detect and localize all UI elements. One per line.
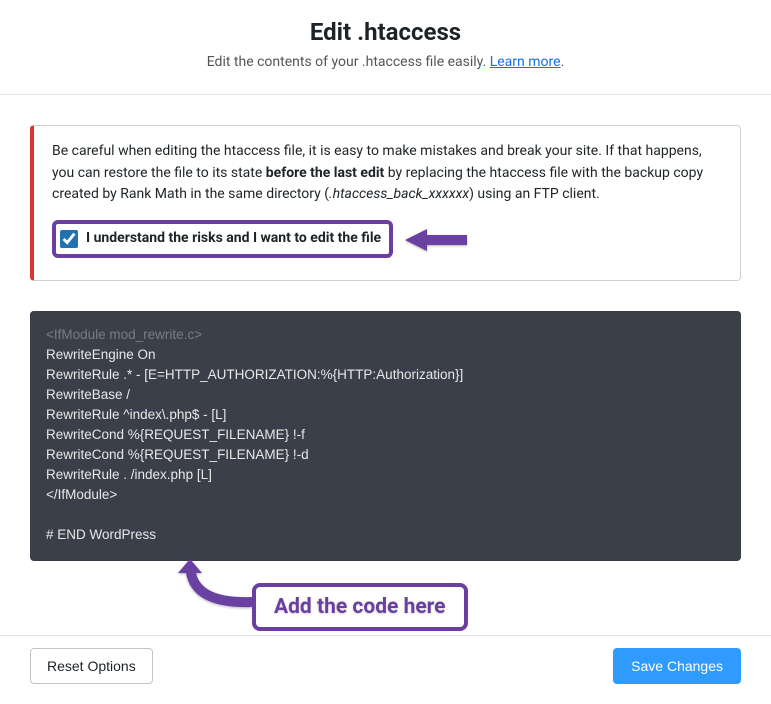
page-header: Edit .htaccess Edit the contents of your… <box>0 0 771 95</box>
risk-checkbox-highlight: I understand the risks and I want to edi… <box>52 220 393 258</box>
arrow-left-icon <box>405 226 469 262</box>
htaccess-editor[interactable]: <IfModule mod_rewrite.c> RewriteEngine O… <box>30 311 741 561</box>
annotation-label: Add the code here <box>274 595 446 619</box>
page-title: Edit .htaccess <box>20 18 751 46</box>
reset-button[interactable]: Reset Options <box>30 648 153 684</box>
content-area: Be careful when editing the htaccess fil… <box>0 95 771 627</box>
warning-box: Be careful when editing the htaccess fil… <box>30 125 741 281</box>
backup-filename: .htaccess_back_xxxxxx <box>329 186 469 202</box>
learn-more-link[interactable]: Learn more <box>490 54 561 70</box>
arrow-down-icon <box>178 559 258 619</box>
bold-text: before the last edit <box>266 165 385 181</box>
risk-checkbox-label[interactable]: I understand the risks and I want to edi… <box>86 228 381 250</box>
risk-checkbox[interactable] <box>60 230 78 248</box>
save-button[interactable]: Save Changes <box>613 648 741 684</box>
annotation-area: Add the code here <box>30 567 741 627</box>
footer-actions: Reset Options Save Changes <box>0 635 771 704</box>
annotation-box: Add the code here <box>252 583 468 631</box>
page-subtitle: Edit the contents of your .htaccess file… <box>20 54 751 70</box>
